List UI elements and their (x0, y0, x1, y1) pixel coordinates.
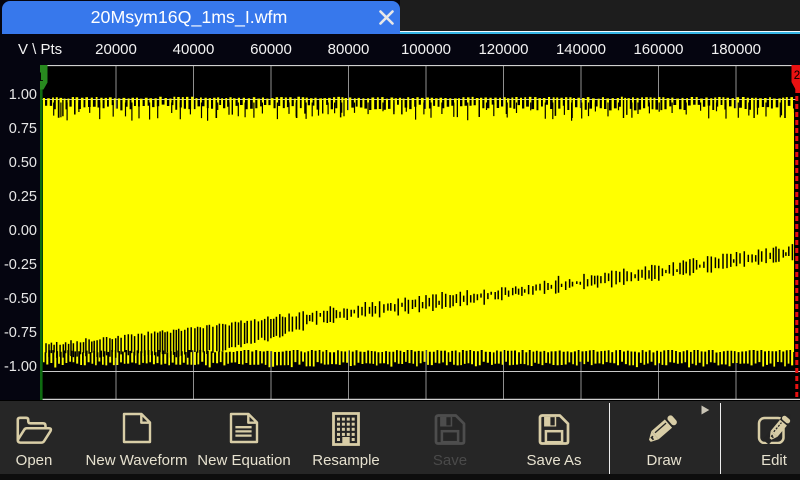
svg-text:2: 2 (794, 70, 800, 82)
